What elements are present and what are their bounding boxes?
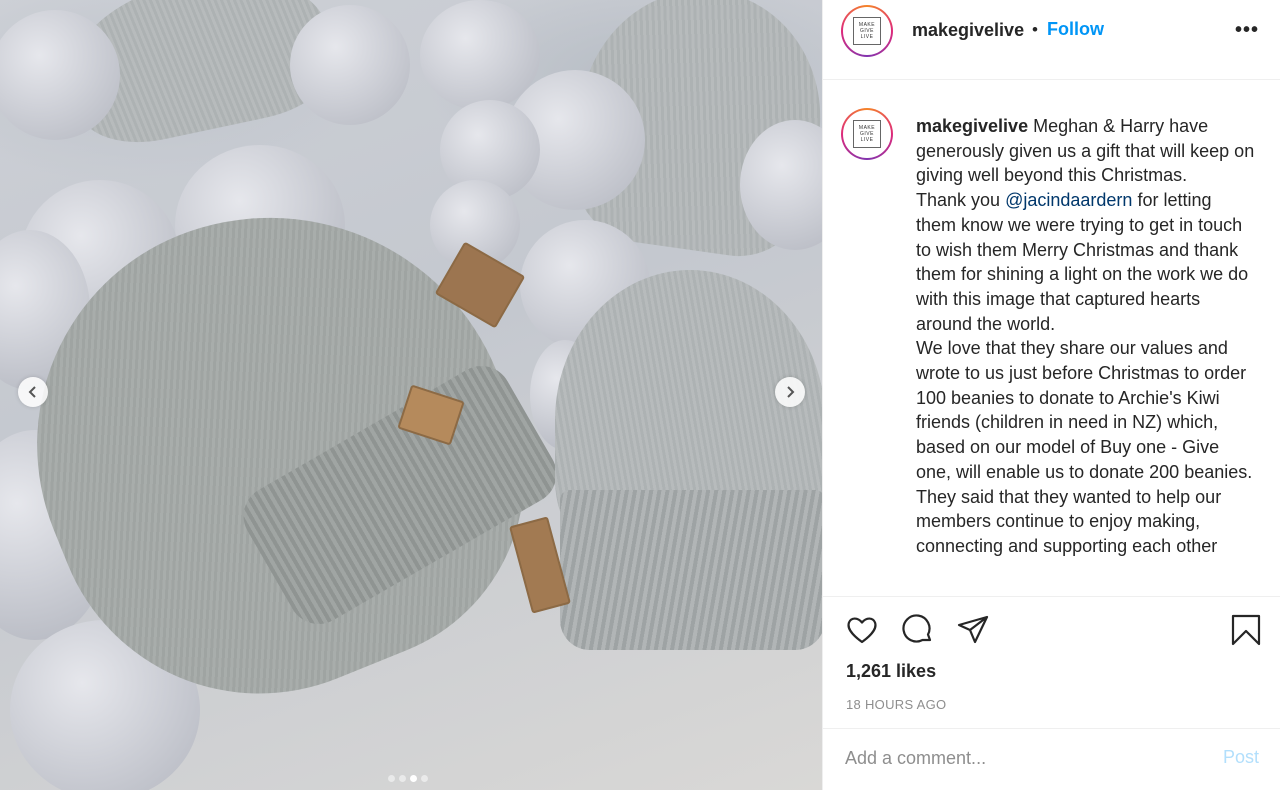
right-beanie-brim [560, 490, 822, 650]
comment-form: Post [823, 728, 1280, 790]
mention-link[interactable]: @jacindaardern [1005, 190, 1132, 210]
caption-paragraph: makegivelive Meghan & Harry have generou… [916, 116, 1255, 186]
follow-button[interactable]: Follow [1047, 19, 1104, 40]
comment-button[interactable] [901, 613, 935, 647]
more-options-button[interactable]: ••• [1235, 19, 1259, 42]
caption-username[interactable]: makegivelive [916, 116, 1028, 136]
comment-input[interactable] [845, 743, 1175, 773]
caption-paragraph: We love that they share our values and w… [916, 338, 1253, 482]
header-separator: • [1032, 20, 1038, 39]
like-button[interactable] [845, 613, 879, 647]
likes-count[interactable]: 1,261 likes [846, 661, 936, 682]
profile-avatar[interactable]: MAKE GIVE LIVE [841, 5, 893, 57]
caption-paragraph: They said that they wanted to help our m… [916, 486, 1222, 556]
post-timestamp[interactable]: 18 HOURS AGO [846, 697, 946, 712]
bookmark-icon [1231, 614, 1261, 646]
pompom [290, 5, 410, 125]
carousel-dot [388, 775, 395, 782]
caption-paragraph: Thank you @jacindaardern for letting the… [916, 190, 1249, 334]
carousel-dot [421, 775, 428, 782]
post-header: MAKE GIVE LIVE makegivelive • Follow ••• [823, 0, 1280, 80]
carousel-dot [399, 775, 406, 782]
brand-logo: MAKE GIVE LIVE [853, 17, 881, 45]
header-username[interactable]: makegivelive [912, 20, 1024, 41]
post-sidebar: MAKE GIVE LIVE makegivelive • Follow •••… [822, 0, 1280, 790]
heart-icon [847, 617, 877, 644]
share-button[interactable] [956, 613, 990, 647]
caption-text: makegivelive Meghan & Harry have generou… [916, 114, 1256, 559]
caption-avatar[interactable]: MAKE GIVE LIVE [841, 108, 893, 160]
chevron-right-icon [787, 386, 795, 398]
carousel-dot-active [410, 775, 417, 782]
post-photo[interactable] [0, 0, 822, 790]
save-button[interactable] [1229, 613, 1263, 647]
chevron-left-icon [28, 386, 36, 398]
carousel-indicator [388, 775, 428, 782]
carousel-next-button[interactable] [775, 377, 805, 407]
comment-icon [902, 614, 932, 643]
post-comment-button[interactable]: Post [1223, 747, 1259, 768]
caption-section[interactable]: MAKE GIVE LIVE makegivelive Meghan & Har… [823, 80, 1280, 595]
post-actions: 1,261 likes 18 HOURS AGO [823, 596, 1280, 728]
paper-plane-icon [957, 615, 989, 644]
carousel-prev-button[interactable] [18, 377, 48, 407]
brand-logo: MAKE GIVE LIVE [853, 120, 881, 148]
